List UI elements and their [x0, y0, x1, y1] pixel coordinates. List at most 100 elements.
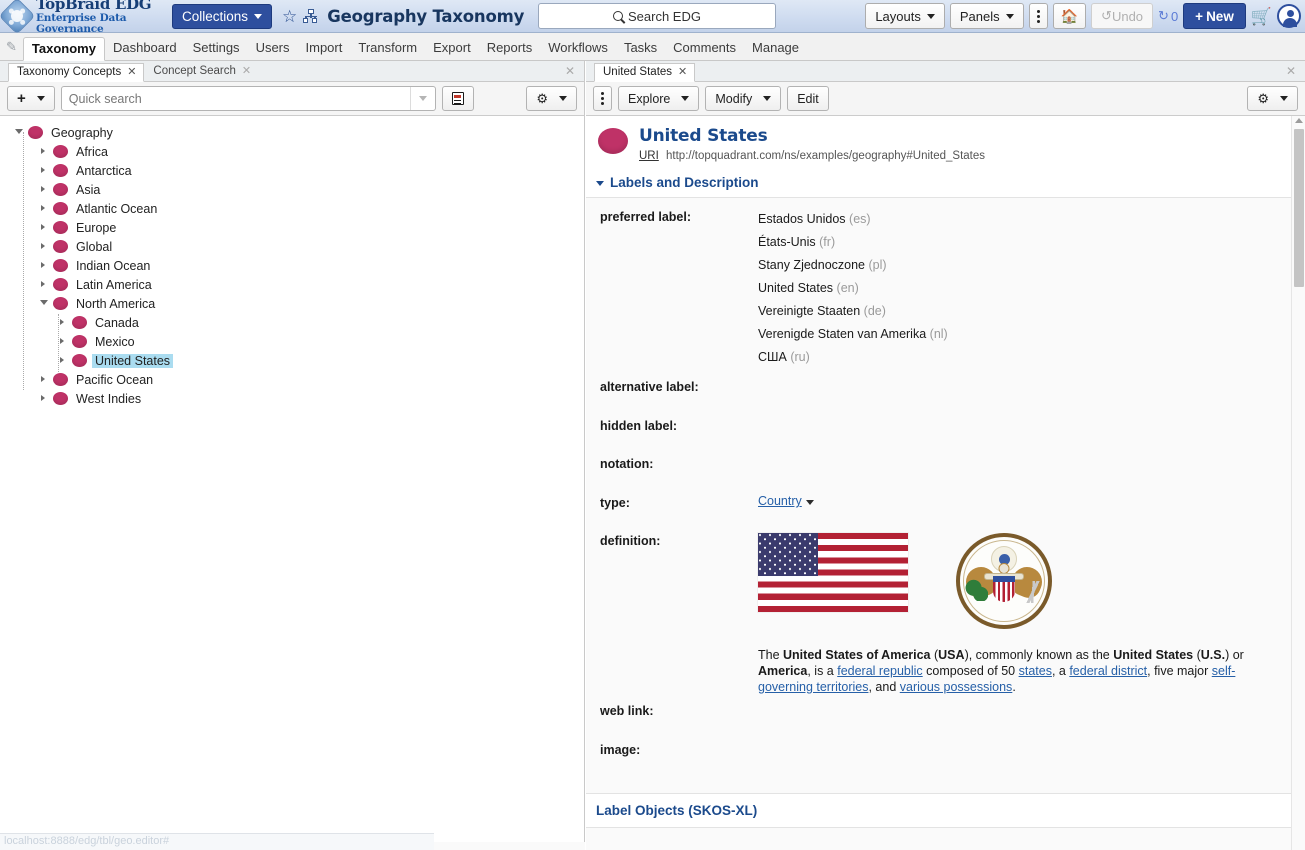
tree-item-africa[interactable]: Africa: [8, 142, 584, 161]
tab-concept-search[interactable]: Concept Search ✕: [144, 62, 259, 82]
tree-item-indian-ocean[interactable]: Indian Ocean: [8, 256, 584, 275]
panels-dropdown-button[interactable]: Panels: [950, 3, 1024, 29]
tree-item-global[interactable]: Global: [8, 237, 584, 256]
user-avatar-icon[interactable]: [1277, 4, 1301, 28]
tree-item-west-indies[interactable]: West Indies: [8, 389, 584, 408]
hierarchy-icon[interactable]: [303, 9, 318, 23]
tree-item-pacific-ocean[interactable]: Pacific Ocean: [8, 370, 584, 389]
chevron-right-icon[interactable]: [41, 262, 45, 268]
quick-search-dropdown[interactable]: [410, 87, 435, 110]
favorite-star-icon[interactable]: ☆: [282, 8, 297, 25]
section-labels-and-description[interactable]: Labels and Description: [586, 168, 1305, 198]
nav-item-dashboard[interactable]: Dashboard: [105, 37, 185, 60]
close-icon[interactable]: ✕: [127, 67, 136, 78]
section-label-objects-skosxl[interactable]: Label Objects (SKOS-XL): [586, 793, 1305, 828]
app-logo[interactable]: TopBraid EDG Enterprise Data Governance: [0, 0, 170, 35]
right-panel-vertical-scrollbar[interactable]: [1291, 116, 1305, 850]
nav-item-comments[interactable]: Comments: [665, 37, 744, 60]
sync-status[interactable]: ↻ 0: [1158, 8, 1178, 24]
edit-button[interactable]: Edit: [787, 86, 829, 111]
chevron-right-icon[interactable]: [60, 319, 64, 325]
label-line: United States (en): [758, 277, 1305, 300]
more-options-button[interactable]: [1029, 3, 1048, 29]
entity-title[interactable]: United States: [639, 126, 985, 146]
nav-item-manage[interactable]: Manage: [744, 37, 807, 60]
nav-item-export[interactable]: Export: [425, 37, 479, 60]
chevron-right-icon[interactable]: [41, 243, 45, 249]
chevron-right-icon[interactable]: [41, 224, 45, 230]
chevron-right-icon[interactable]: [41, 148, 45, 154]
quick-search-input[interactable]: Quick search: [61, 86, 436, 111]
scroll-up-icon[interactable]: [1295, 118, 1303, 123]
nav-item-taxonomy[interactable]: Taxonomy: [23, 37, 105, 61]
property-preferred-label: preferred label: Estados Unidos (es) Éta…: [586, 208, 1305, 378]
panels-label: Panels: [960, 9, 1000, 24]
nav-item-transform[interactable]: Transform: [350, 37, 425, 60]
page-title: Geography Taxonomy: [327, 7, 524, 26]
chevron-right-icon[interactable]: [41, 167, 45, 173]
modify-dropdown-button[interactable]: Modify: [705, 86, 781, 111]
definition-link[interactable]: various possessions: [900, 680, 1013, 694]
tree-item-label: Mexico: [92, 335, 138, 349]
undo-button[interactable]: ↺ Undo: [1091, 3, 1153, 29]
search-edg-input[interactable]: Search EDG: [538, 3, 776, 29]
nav-item-import[interactable]: Import: [298, 37, 351, 60]
property-key: type:: [600, 494, 758, 532]
tree-item-antarctica[interactable]: Antarctica: [8, 161, 584, 180]
left-panel-settings-button[interactable]: ⚙: [526, 86, 577, 111]
layouts-dropdown-button[interactable]: Layouts: [865, 3, 945, 29]
chevron-down-icon[interactable]: [40, 300, 48, 308]
sync-icon: ↻: [1158, 8, 1169, 24]
resource-menu-button[interactable]: [593, 86, 612, 111]
add-concept-button[interactable]: +: [7, 86, 55, 111]
gear-icon: ⚙: [1257, 91, 1269, 107]
chevron-right-icon[interactable]: [60, 338, 64, 344]
collections-dropdown-button[interactable]: Collections: [172, 4, 272, 29]
right-panel-settings-button[interactable]: ⚙: [1247, 86, 1298, 111]
tree-item-mexico[interactable]: Mexico: [8, 332, 584, 351]
definition-link[interactable]: federal republic: [837, 664, 922, 678]
definition-link[interactable]: states: [1019, 664, 1052, 678]
chevron-right-icon[interactable]: [41, 281, 45, 287]
logo-subtitle: Enterprise Data Governance: [36, 13, 170, 35]
dictionary-view-button[interactable]: [442, 86, 474, 111]
chevron-right-icon[interactable]: [41, 395, 45, 401]
tree-item-europe[interactable]: Europe: [8, 218, 584, 237]
label-text: США: [758, 350, 787, 364]
chevron-right-icon[interactable]: [41, 205, 45, 211]
explore-dropdown-button[interactable]: Explore: [618, 86, 699, 111]
tab-taxonomy-concepts[interactable]: Taxonomy Concepts ✕: [8, 63, 144, 83]
tree-item-latin-america[interactable]: Latin America: [8, 275, 584, 294]
nav-item-users[interactable]: Users: [248, 37, 298, 60]
basket-icon[interactable]: 🛒: [1251, 8, 1272, 25]
nav-item-workflows[interactable]: Workflows: [540, 37, 616, 60]
edit-pencil-icon[interactable]: ✎: [6, 39, 23, 60]
tree-item-atlantic-ocean[interactable]: Atlantic Ocean: [8, 199, 584, 218]
type-link-country[interactable]: Country: [758, 494, 802, 508]
tree-item-geography[interactable]: Geography: [8, 123, 584, 142]
scrollbar-thumb[interactable]: [1294, 129, 1304, 287]
close-left-panel-icon[interactable]: ✕: [565, 64, 575, 78]
close-icon[interactable]: ✕: [242, 66, 251, 77]
definition-link[interactable]: federal district: [1069, 664, 1147, 678]
home-button[interactable]: 🏠: [1053, 3, 1086, 29]
chevron-right-icon[interactable]: [41, 186, 45, 192]
tree-item-united-states[interactable]: United States: [8, 351, 584, 370]
definition-bold: U.S.: [1201, 648, 1225, 662]
chevron-right-icon[interactable]: [41, 376, 45, 382]
close-right-panel-icon[interactable]: ✕: [1286, 64, 1296, 78]
close-icon[interactable]: ✕: [678, 67, 687, 78]
nav-item-tasks[interactable]: Tasks: [616, 37, 665, 60]
tree-item-asia[interactable]: Asia: [8, 180, 584, 199]
chevron-down-icon[interactable]: [806, 500, 814, 505]
tree-item-north-america[interactable]: North America: [8, 294, 584, 313]
nav-item-settings[interactable]: Settings: [185, 37, 248, 60]
chevron-right-icon[interactable]: [60, 357, 64, 363]
nav-item-reports[interactable]: Reports: [479, 37, 541, 60]
chevron-down-icon: [37, 96, 45, 101]
tab-united-states[interactable]: United States ✕: [594, 63, 695, 83]
chevron-down-icon[interactable]: [15, 129, 23, 137]
tree-item-canada[interactable]: Canada: [8, 313, 584, 332]
property-key: preferred label:: [600, 208, 758, 378]
new-button[interactable]: + New: [1183, 3, 1246, 29]
